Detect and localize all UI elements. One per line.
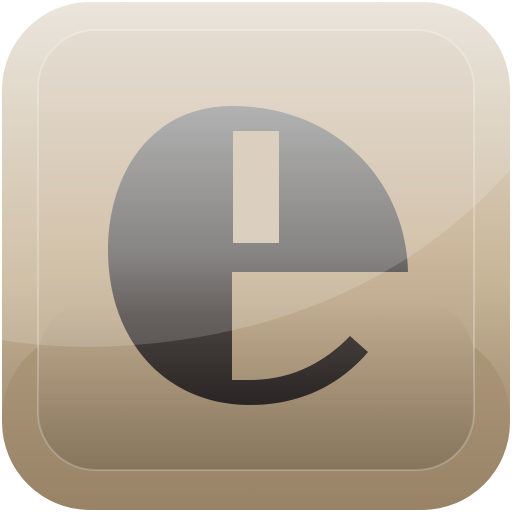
app-icon-canvas: e (0, 0, 512, 512)
app-icon[interactable]: e (0, 0, 512, 512)
